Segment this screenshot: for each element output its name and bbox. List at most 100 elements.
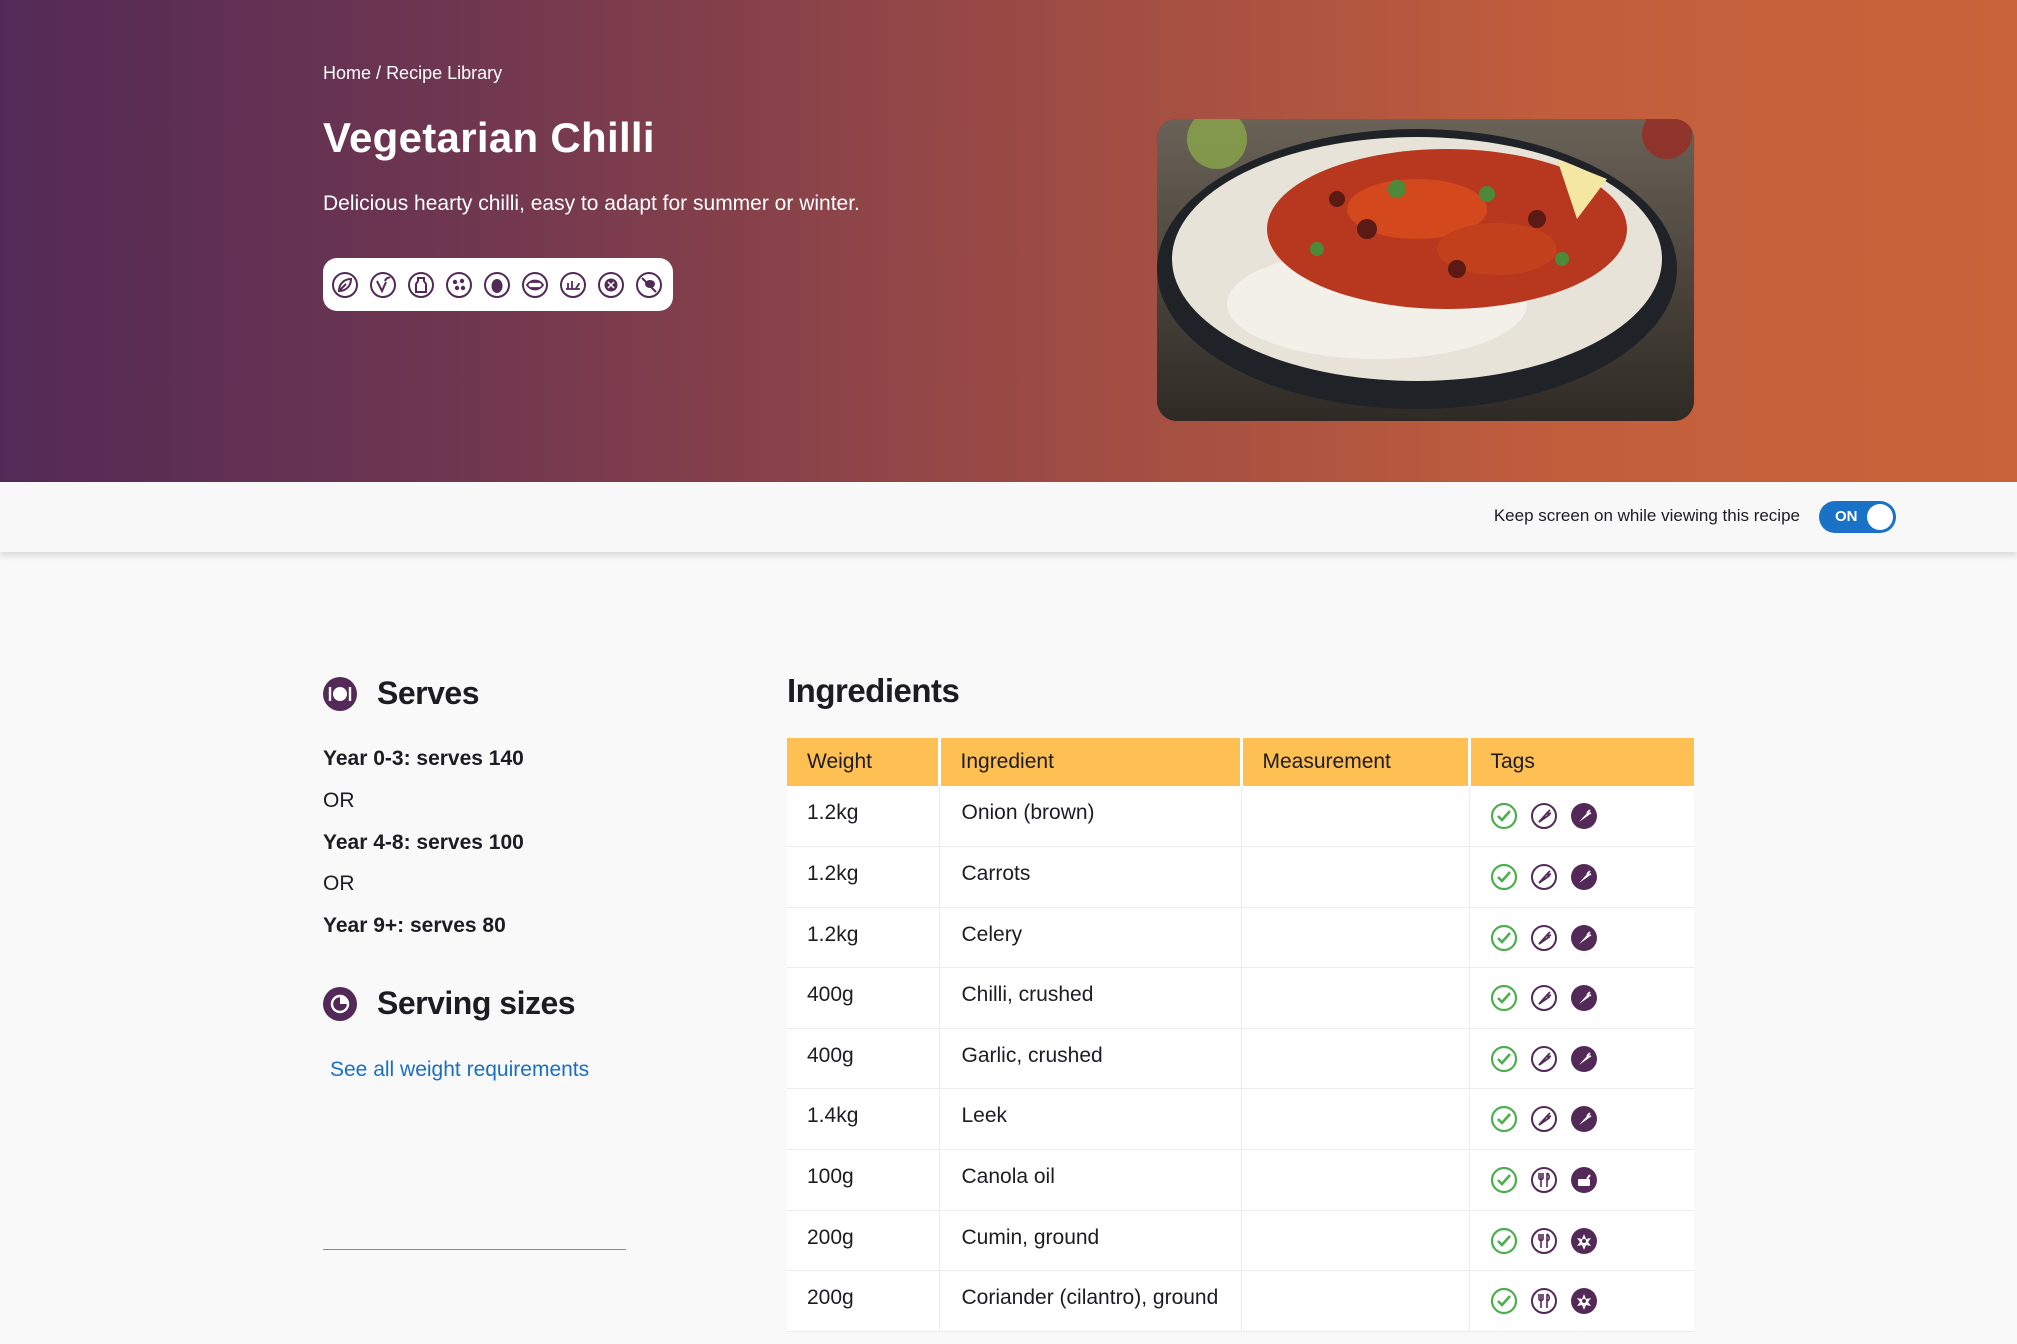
weight-cell: 1.2kg bbox=[787, 786, 940, 848]
carrot-filled-icon bbox=[1570, 1106, 1597, 1133]
weight-cell: 1.4kg bbox=[787, 1088, 940, 1151]
measurement-cell bbox=[1241, 846, 1470, 908]
chilli-bowl-image bbox=[1157, 119, 1694, 421]
measurement-cell bbox=[1241, 1028, 1470, 1090]
keep-screen-on-toggle[interactable]: ON bbox=[1819, 501, 1896, 533]
measurement-cell bbox=[1241, 1270, 1470, 1332]
serving-sizes-heading: Serving sizes bbox=[377, 985, 576, 1021]
column-header-measurement: Measurement bbox=[1241, 738, 1471, 786]
weight-cell: 400g bbox=[787, 967, 940, 1029]
page-title: Vegetarian Chilli bbox=[323, 114, 655, 161]
tag-icons bbox=[1490, 984, 1695, 1012]
ingredient-cell: Leek bbox=[939, 1088, 1242, 1151]
tags-cell bbox=[1469, 846, 1695, 908]
measurement-cell bbox=[1241, 1088, 1470, 1151]
measurement-cell bbox=[1241, 1210, 1470, 1272]
ingredient-cell: Onion (brown) bbox=[939, 786, 1242, 848]
no-allergen-icon bbox=[636, 271, 662, 298]
tags-cell bbox=[1469, 1210, 1695, 1272]
measurement-cell bbox=[1241, 1149, 1470, 1211]
carrot-filled-icon bbox=[1570, 985, 1597, 1012]
table-row: 400g Garlic, crushed bbox=[787, 1028, 1695, 1090]
measurement-cell bbox=[1241, 907, 1470, 969]
check-icon bbox=[1490, 985, 1517, 1012]
serves-heading: Serves bbox=[377, 675, 479, 711]
keep-screen-on-label: Keep screen on while viewing this recipe bbox=[1493, 506, 1800, 525]
cutlery-icon bbox=[1530, 1288, 1557, 1315]
serves-heading-row: Serves bbox=[323, 675, 479, 712]
dietary-icons-bar bbox=[323, 258, 673, 311]
table-row: 400g Chilli, crushed bbox=[787, 967, 1695, 1029]
check-icon bbox=[1490, 1166, 1517, 1194]
tag-icons bbox=[1490, 924, 1695, 952]
plate-cutlery-icon bbox=[323, 676, 357, 711]
check-icon bbox=[1490, 863, 1517, 891]
weight-cell: 200g bbox=[787, 1210, 940, 1272]
weight-requirements-link[interactable]: See all weight requirements bbox=[330, 1058, 589, 1082]
vegan-icon bbox=[370, 271, 396, 298]
tags-cell bbox=[1469, 967, 1695, 1029]
vegetarian-icon bbox=[332, 271, 358, 298]
serves-year-9-plus: Year 9+: serves 80 bbox=[323, 914, 506, 937]
carrot-filled-icon bbox=[1570, 803, 1597, 829]
tag-icons bbox=[1490, 1166, 1695, 1194]
egg-free-icon bbox=[484, 271, 510, 298]
check-icon bbox=[1490, 1227, 1517, 1254]
weight-cell: 400g bbox=[787, 1028, 940, 1090]
table-row: 1.2kg Carrots bbox=[787, 846, 1695, 908]
tag-icons bbox=[1490, 1227, 1695, 1255]
carrot-filled-icon bbox=[1570, 864, 1597, 891]
tag-icons bbox=[1490, 1045, 1695, 1073]
breadcrumb-home-link[interactable]: Home bbox=[323, 63, 371, 83]
tags-cell bbox=[1469, 907, 1695, 969]
recipe-subtitle: Delicious hearty chilli, easy to adapt f… bbox=[323, 192, 860, 215]
carrot-outline-icon bbox=[1530, 924, 1557, 951]
dairy-free-icon bbox=[408, 271, 434, 298]
ingredients-table: Weight Ingredient Measurement Tags 1.2kg… bbox=[787, 738, 1694, 1332]
halal-icon bbox=[560, 271, 586, 298]
spice-icon bbox=[1570, 1288, 1597, 1315]
table-row: 100g Canola oil bbox=[787, 1149, 1695, 1211]
check-icon bbox=[1490, 1106, 1517, 1133]
breadcrumb: Home / Recipe Library bbox=[323, 63, 502, 84]
breadcrumb-current-link[interactable]: Recipe Library bbox=[386, 63, 502, 83]
nut-free-icon bbox=[446, 271, 472, 298]
table-row: 1.2kg Onion (brown) bbox=[787, 786, 1694, 848]
check-icon bbox=[1490, 802, 1517, 830]
tags-cell bbox=[1469, 786, 1694, 848]
check-icon bbox=[1490, 1288, 1517, 1315]
tags-cell bbox=[1469, 1088, 1694, 1151]
toggle-knob bbox=[1867, 504, 1893, 530]
screen-wake-bar: Keep screen on while viewing this recipe bbox=[0, 482, 2017, 552]
tags-cell bbox=[1469, 1028, 1695, 1090]
table-row: 1.2kg Celery bbox=[787, 907, 1695, 969]
carrot-outline-icon bbox=[1530, 1045, 1557, 1072]
tags-cell bbox=[1469, 1149, 1695, 1211]
serving-sizes-heading-row: Serving sizes bbox=[323, 985, 576, 1022]
ingredients-heading: Ingredients bbox=[787, 672, 960, 709]
table-row: 1.4kg Leek bbox=[787, 1088, 1694, 1151]
ingredient-cell: Canola oil bbox=[939, 1149, 1242, 1211]
column-header-ingredient: Ingredient bbox=[939, 738, 1243, 786]
column-header-weight: Weight bbox=[787, 738, 941, 786]
column-header-tags: Tags bbox=[1469, 738, 1694, 786]
tag-icons bbox=[1490, 1287, 1695, 1315]
check-icon bbox=[1490, 924, 1517, 951]
serves-year-0-3: Year 0-3: serves 140 bbox=[323, 747, 524, 770]
serves-or-2: OR bbox=[323, 872, 355, 895]
weight-cell: 1.2kg bbox=[787, 907, 940, 969]
cutlery-icon bbox=[1530, 1167, 1557, 1194]
ingredient-cell: Garlic, crushed bbox=[939, 1028, 1242, 1090]
carrot-filled-icon bbox=[1570, 924, 1597, 951]
ingredient-cell: Coriander (cilantro), ground bbox=[939, 1270, 1242, 1332]
tag-icons bbox=[1490, 863, 1695, 891]
carrot-outline-icon bbox=[1530, 985, 1557, 1012]
table-header-row: Weight Ingredient Measurement Tags bbox=[787, 738, 1694, 786]
section-divider bbox=[323, 1249, 626, 1250]
weight-cell: 200g bbox=[787, 1270, 940, 1332]
ingredient-cell: Chilli, crushed bbox=[939, 967, 1242, 1029]
tags-cell bbox=[1469, 1270, 1695, 1332]
ingredient-cell: Carrots bbox=[939, 846, 1242, 908]
seafood-free-icon bbox=[522, 271, 548, 298]
ingredient-cell: Celery bbox=[939, 907, 1242, 969]
